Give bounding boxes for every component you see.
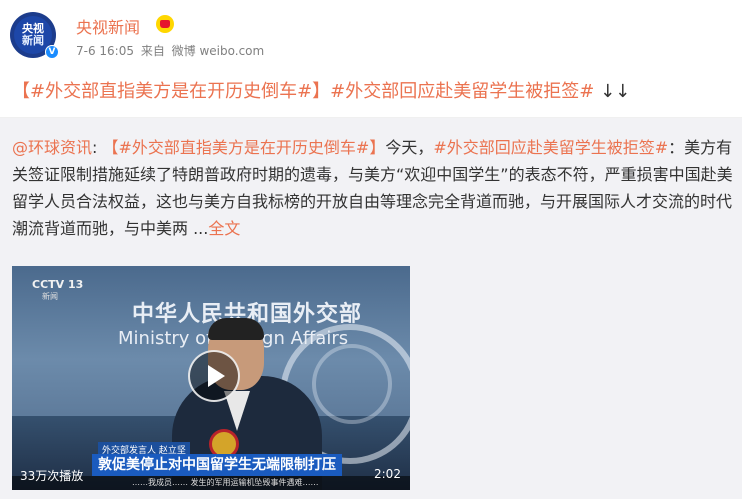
globe-graphic-inner (312, 344, 392, 424)
source-app: 微博 weibo.com (171, 44, 265, 58)
video-player[interactable]: 中华人民共和国外交部 Ministry of Foreign Affairs C… (12, 266, 410, 490)
post-headline: 【#外交部直指美方是在开历史倒车#】#外交部回应赴美留学生被拒签# ↓↓ (12, 79, 732, 105)
channel-logo: CCTV 13 (32, 278, 84, 291)
mention-colon: : (92, 138, 103, 157)
play-button[interactable] (188, 350, 240, 402)
video-caption: 敦促美停止对中国留学生无端限制打压 (92, 454, 342, 476)
play-icon (208, 365, 225, 387)
down-arrows: ↓↓ (600, 81, 631, 102)
author-name[interactable]: 央视新闻 (76, 14, 140, 38)
full-text-link[interactable]: 全文 (208, 219, 240, 238)
mention-link[interactable]: @环球资讯 (12, 138, 92, 157)
vip-crown-icon (156, 15, 174, 33)
video-duration: 2:02 (374, 467, 401, 481)
hashtag-link[interactable]: #外交部回应赴美留学生被拒签# (330, 81, 594, 102)
speaker-hair (208, 318, 264, 340)
repost-intro: 今天， (385, 138, 434, 157)
repost-text: @环球资讯: 【#外交部直指美方是在开历史倒车#】今天，#外交部回应赴美留学生被… (12, 134, 734, 242)
hashtag-link[interactable]: 【#外交部直指美方是在开历史倒车#】 (103, 138, 386, 157)
post-timestamp[interactable]: 7-6 16:05 (76, 44, 134, 58)
post-meta: 7-6 16:05 来自 微博 weibo.com (76, 42, 267, 59)
hashtag-link[interactable]: 【#外交部直指美方是在开历史倒车#】 (12, 81, 330, 102)
hashtag-link[interactable]: #外交部回应赴美留学生被拒签# (433, 138, 668, 157)
avatar-text-line2: 新闻 (22, 34, 44, 47)
view-count: 33万次播放 (20, 469, 84, 483)
source-prefix: 来自 (140, 44, 165, 58)
verified-badge-icon: V (45, 45, 59, 59)
channel-sub: 新闻 (42, 292, 58, 301)
